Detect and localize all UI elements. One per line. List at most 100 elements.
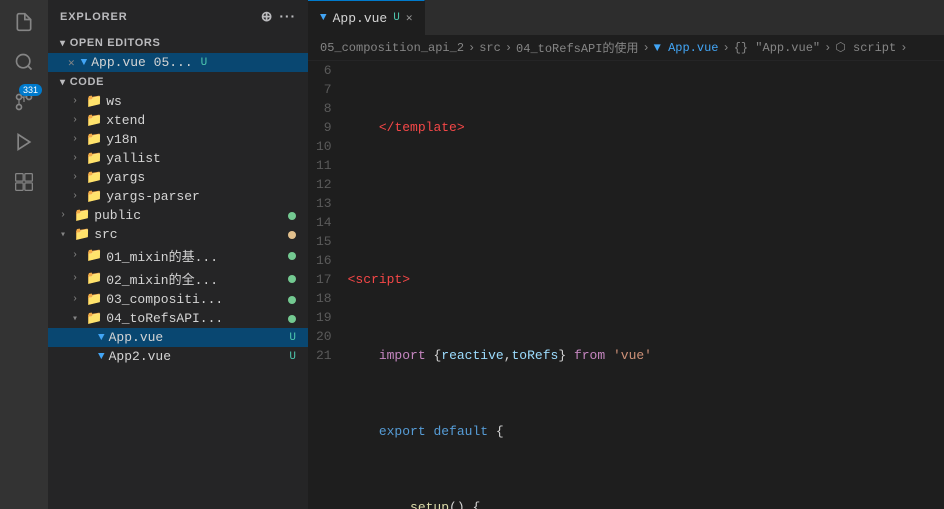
tree-item-label: yargs	[106, 170, 145, 185]
run-debug-icon[interactable]	[10, 128, 38, 156]
close-editor-icon[interactable]: ✕	[68, 56, 75, 70]
code-line-7	[348, 194, 944, 213]
tree-item-ws[interactable]: › 📁 ws	[48, 92, 308, 111]
folder-icon: 📁	[74, 208, 90, 223]
tab-modified: U	[393, 12, 400, 24]
files-icon[interactable]	[10, 8, 38, 36]
folder-icon: 📁	[86, 94, 102, 109]
tree-item-yargs[interactable]: › 📁 yargs	[48, 168, 308, 187]
tree-item-label: public	[94, 208, 141, 223]
status-dot	[288, 275, 296, 283]
tree-item-yallist[interactable]: › 📁 yallist	[48, 149, 308, 168]
file-tree: › 📁 ws › 📁 xtend › 📁 y18n › 📁 yallist › …	[48, 92, 308, 509]
source-control-icon[interactable]: 331	[10, 88, 38, 116]
tree-item-label: App2.vue	[109, 349, 171, 364]
tree-item-label: 01_mixin的基...	[106, 246, 218, 265]
breadcrumb-part-4: ▼ App.vue	[654, 41, 719, 55]
code-line-8: <script>	[348, 270, 944, 289]
code-section-label: CODE	[70, 76, 104, 88]
breadcrumb-sep: ›	[468, 41, 475, 55]
code-section[interactable]: ▾ CODE	[48, 72, 308, 92]
open-editors-label: OPEN EDITORS	[70, 37, 161, 49]
more-options-icon[interactable]: ···	[279, 8, 296, 25]
folder-chevron: ›	[72, 294, 82, 305]
open-editors-section[interactable]: ▾ OPEN EDITORS	[48, 33, 308, 53]
extensions-icon[interactable]	[10, 168, 38, 196]
folder-chevron: ›	[72, 153, 82, 164]
tab-app-vue[interactable]: ▼ App.vue U ✕	[308, 0, 425, 35]
code-line-6: </template>	[348, 118, 944, 137]
status-dot	[288, 212, 296, 220]
folder-icon: 📁	[86, 292, 102, 307]
folder-chevron: ›	[72, 191, 82, 202]
tab-close-icon[interactable]: ✕	[406, 11, 413, 25]
folder-chevron: ›	[72, 172, 82, 183]
code-section-chevron: ▾	[60, 77, 66, 88]
folder-chevron: ›	[72, 134, 82, 145]
breadcrumb: 05_composition_api_2 › src › 04_toRefsAP…	[308, 35, 944, 61]
folder-icon: 📁	[86, 271, 102, 286]
tree-item-src[interactable]: ▾ 📁 src	[48, 225, 308, 244]
activity-bar: 331	[0, 0, 48, 509]
folder-chevron: ›	[72, 115, 82, 126]
folder-icon: 📁	[86, 151, 102, 166]
folder-chevron: ›	[60, 210, 70, 221]
breadcrumb-sep: ›	[824, 41, 831, 55]
open-editor-app-vue[interactable]: ✕ ▼ App.vue 05... U	[48, 53, 308, 72]
tree-item-label: 02_mixin的全...	[106, 269, 218, 288]
tree-item-app-vue[interactable]: ▼ App.vue U	[48, 328, 308, 347]
status-dot	[288, 231, 296, 239]
line-numbers: 6 7 8 9 10 11 12 13 14 15 16 17 18 19 20…	[308, 61, 344, 509]
tree-item-03-composition[interactable]: › 📁 03_compositi...	[48, 290, 308, 309]
tree-item-label: 03_compositi...	[106, 292, 223, 307]
vue-file-icon: ▼	[81, 57, 88, 69]
tree-item-02-mixin[interactable]: › 📁 02_mixin的全...	[48, 267, 308, 290]
folder-icon: 📁	[86, 248, 102, 263]
folder-icon: 📁	[86, 189, 102, 204]
tree-item-label: ws	[106, 94, 122, 109]
tree-item-label: y18n	[106, 132, 137, 147]
tree-item-label: yallist	[106, 151, 161, 166]
tree-item-app2-vue[interactable]: ▼ App2.vue U	[48, 347, 308, 366]
tree-item-01-mixin[interactable]: › 📁 01_mixin的基...	[48, 244, 308, 267]
open-editor-filename: App.vue 05...	[91, 55, 192, 70]
status-dot	[288, 252, 296, 260]
breadcrumb-part-6: ⬡ script	[835, 40, 896, 55]
tree-item-label: 04_toRefsAPI...	[106, 311, 223, 326]
breadcrumb-part-2: src	[479, 41, 501, 55]
tree-item-label: xtend	[106, 113, 145, 128]
code-line-9: import {reactive,toRefs} from 'vue'	[348, 346, 944, 365]
tree-item-xtend[interactable]: › 📁 xtend	[48, 111, 308, 130]
breadcrumb-sep: ›	[900, 41, 907, 55]
tree-item-public[interactable]: › 📁 public	[48, 206, 308, 225]
breadcrumb-sep: ›	[505, 41, 512, 55]
tree-item-04-torefs[interactable]: ▾ 📁 04_toRefsAPI...	[48, 309, 308, 328]
breadcrumb-part-3: 04_toRefsAPI的使用	[516, 39, 638, 56]
tree-item-yargs-parser[interactable]: › 📁 yargs-parser	[48, 187, 308, 206]
sidebar: EXPLORER ⊕ ··· ▾ OPEN EDITORS ✕ ▼ App.vu…	[48, 0, 308, 509]
folder-chevron: ▾	[72, 313, 82, 325]
sidebar-header-icons: ⊕ ···	[261, 8, 296, 25]
sidebar-header: EXPLORER ⊕ ···	[48, 0, 308, 33]
folder-chevron: ▾	[60, 229, 70, 241]
status-dot	[288, 296, 296, 304]
code-line-10: export default {	[348, 422, 944, 441]
vue-icon: ▼	[98, 351, 105, 363]
tree-item-label: App.vue	[109, 330, 164, 345]
tab-vue-icon: ▼	[320, 12, 327, 24]
folder-chevron: ›	[72, 96, 82, 107]
folder-icon: 📁	[74, 227, 90, 242]
code-line-11: setup() {	[348, 498, 944, 509]
code-editor[interactable]: 6 7 8 9 10 11 12 13 14 15 16 17 18 19 20…	[308, 61, 944, 509]
open-editors-chevron: ▾	[60, 38, 66, 49]
breadcrumb-sep: ›	[722, 41, 729, 55]
open-editor-modified: U	[201, 57, 208, 69]
modified-badge: U	[289, 332, 296, 344]
main-editor-area: ▼ App.vue U ✕ 05_composition_api_2 › src…	[308, 0, 944, 509]
new-file-icon[interactable]: ⊕	[261, 8, 274, 25]
tree-item-y18n[interactable]: › 📁 y18n	[48, 130, 308, 149]
folder-icon: 📁	[86, 132, 102, 147]
search-icon[interactable]	[10, 48, 38, 76]
code-content: </template> <script> import {reactive,to…	[344, 61, 944, 509]
tree-item-label: src	[94, 227, 117, 242]
